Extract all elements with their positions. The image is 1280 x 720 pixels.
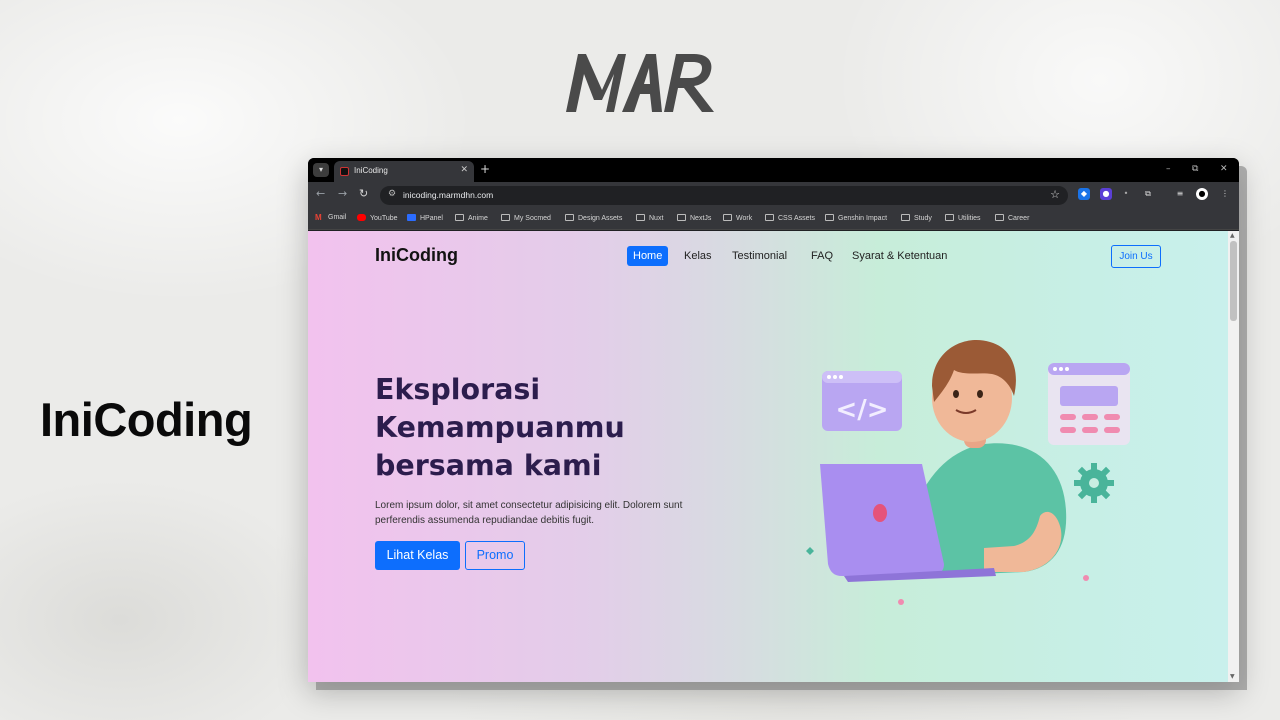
bookmark-item[interactable]: Anime <box>455 214 488 222</box>
tab-close-button[interactable]: ✕ <box>460 165 468 175</box>
site-info-icon[interactable]: ⚙ <box>388 189 396 199</box>
hero-description: Lorem ipsum dolor, sit amet consectetur … <box>375 500 683 526</box>
tab-title: IniCoding <box>354 166 388 175</box>
bookmark-star-icon[interactable]: ☆ <box>1050 188 1060 201</box>
scroll-up-icon[interactable]: ▲ <box>1230 232 1235 239</box>
new-tab-button[interactable]: + <box>480 162 490 176</box>
folder-icon <box>945 214 954 221</box>
bookmark-item[interactable]: CSS Assets <box>765 214 815 222</box>
extensions-puzzle-icon[interactable]: ⧉ <box>1142 188 1154 200</box>
youtube-icon <box>357 214 366 221</box>
url-text[interactable]: inicoding.marmdhn.com <box>403 190 493 200</box>
code-window-card: </> <box>822 371 902 431</box>
join-us-button[interactable]: Join Us <box>1111 245 1161 268</box>
side-title: IniCoding <box>40 393 253 446</box>
bookmark-item[interactable]: YouTube <box>357 214 398 222</box>
folder-icon <box>455 214 464 221</box>
hpanel-icon <box>407 214 416 221</box>
folder-icon <box>501 214 510 221</box>
site-brand[interactable]: IniCoding <box>375 245 458 266</box>
nav-faq[interactable]: FAQ <box>805 246 839 266</box>
restore-button[interactable]: ⧉ <box>1192 164 1198 174</box>
promo-button[interactable]: Promo <box>465 541 525 570</box>
browser-toolbar: ← → ↻ ⚙ inicoding.marmdhn.com ☆ ◆ ● • ⧉ … <box>308 182 1239 208</box>
nav-kelas[interactable]: Kelas <box>678 246 718 266</box>
browser-tab[interactable]: IniCoding ✕ <box>334 161 474 182</box>
site-favicon-icon <box>340 167 349 176</box>
mar-logo <box>566 54 714 112</box>
scroll-down-icon[interactable]: ▼ <box>1230 673 1235 680</box>
folder-icon <box>723 214 732 221</box>
bookmark-item[interactable]: Design Assets <box>565 214 622 222</box>
nav-home[interactable]: Home <box>627 246 669 266</box>
extension-icon[interactable]: ◆ <box>1078 188 1090 200</box>
bookmark-item[interactable]: Work <box>723 214 752 222</box>
bookmark-item[interactable]: Study <box>901 214 932 222</box>
close-window-button[interactable]: ✕ <box>1220 164 1228 174</box>
gear-icon <box>1074 463 1114 503</box>
bookmark-item[interactable]: Utilities <box>945 214 981 222</box>
bookmark-item[interactable]: Career <box>995 214 1029 222</box>
folder-icon <box>901 214 910 221</box>
menu-kebab-icon[interactable]: ⋮ <box>1219 188 1231 200</box>
reload-icon[interactable]: ↻ <box>359 187 368 200</box>
bookmark-item[interactable]: NextJs <box>677 214 711 222</box>
form-window-card <box>1048 363 1130 445</box>
extension-icon[interactable]: ● <box>1100 188 1112 200</box>
scroll-thumb[interactable] <box>1230 241 1237 321</box>
bookmarks-bar: M Gmail YouTube HPanel Anime My Socmed De… <box>308 208 1239 230</box>
hero-illustration: </> <box>806 339 1130 605</box>
bookmark-item[interactable]: M Gmail <box>315 214 346 222</box>
bookmark-item[interactable]: HPanel <box>407 214 443 222</box>
folder-icon <box>636 214 645 221</box>
tab-search-button[interactable]: ▾ <box>313 163 329 177</box>
minimize-button[interactable]: – <box>1166 164 1171 174</box>
folder-icon <box>565 214 574 221</box>
gmail-icon: M <box>315 213 322 222</box>
nav-testimonial[interactable]: Testimonial <box>726 246 793 266</box>
svg-text:</>: </> <box>835 395 888 425</box>
folder-icon <box>825 214 834 221</box>
nav-syarat-ketentuan[interactable]: Syarat & Ketentuan <box>846 246 953 266</box>
bookmark-item[interactable]: Genshin Impact <box>825 214 887 222</box>
browser-window: ▾ IniCoding ✕ + – ⧉ ✕ ← → ↻ ⚙ inicoding.… <box>308 158 1239 682</box>
hero-title: Eksplorasi Kemampuanmu bersama kami <box>375 373 625 482</box>
profile-avatar-icon[interactable]: ● <box>1196 188 1208 200</box>
extension-icon[interactable]: • <box>1120 188 1132 200</box>
page-viewport: IniCoding Home Kelas Testimonial FAQ Sya… <box>308 231 1228 682</box>
folder-icon <box>677 214 686 221</box>
bookmark-item[interactable]: Nuxt <box>636 214 663 222</box>
page-scrollbar[interactable]: ▲ ▼ <box>1228 231 1239 682</box>
back-icon[interactable]: ← <box>316 187 325 200</box>
bookmark-item[interactable]: My Socmed <box>501 214 551 222</box>
tab-strip: ▾ IniCoding ✕ + – ⧉ ✕ <box>308 158 1239 182</box>
lihat-kelas-button[interactable]: Lihat Kelas <box>375 541 460 570</box>
folder-icon <box>765 214 774 221</box>
folder-icon <box>995 214 1004 221</box>
forward-icon[interactable]: → <box>338 187 347 200</box>
address-bar[interactable]: ⚙ inicoding.marmdhn.com ☆ <box>380 186 1068 205</box>
reading-list-icon[interactable]: ≡ <box>1174 188 1186 200</box>
